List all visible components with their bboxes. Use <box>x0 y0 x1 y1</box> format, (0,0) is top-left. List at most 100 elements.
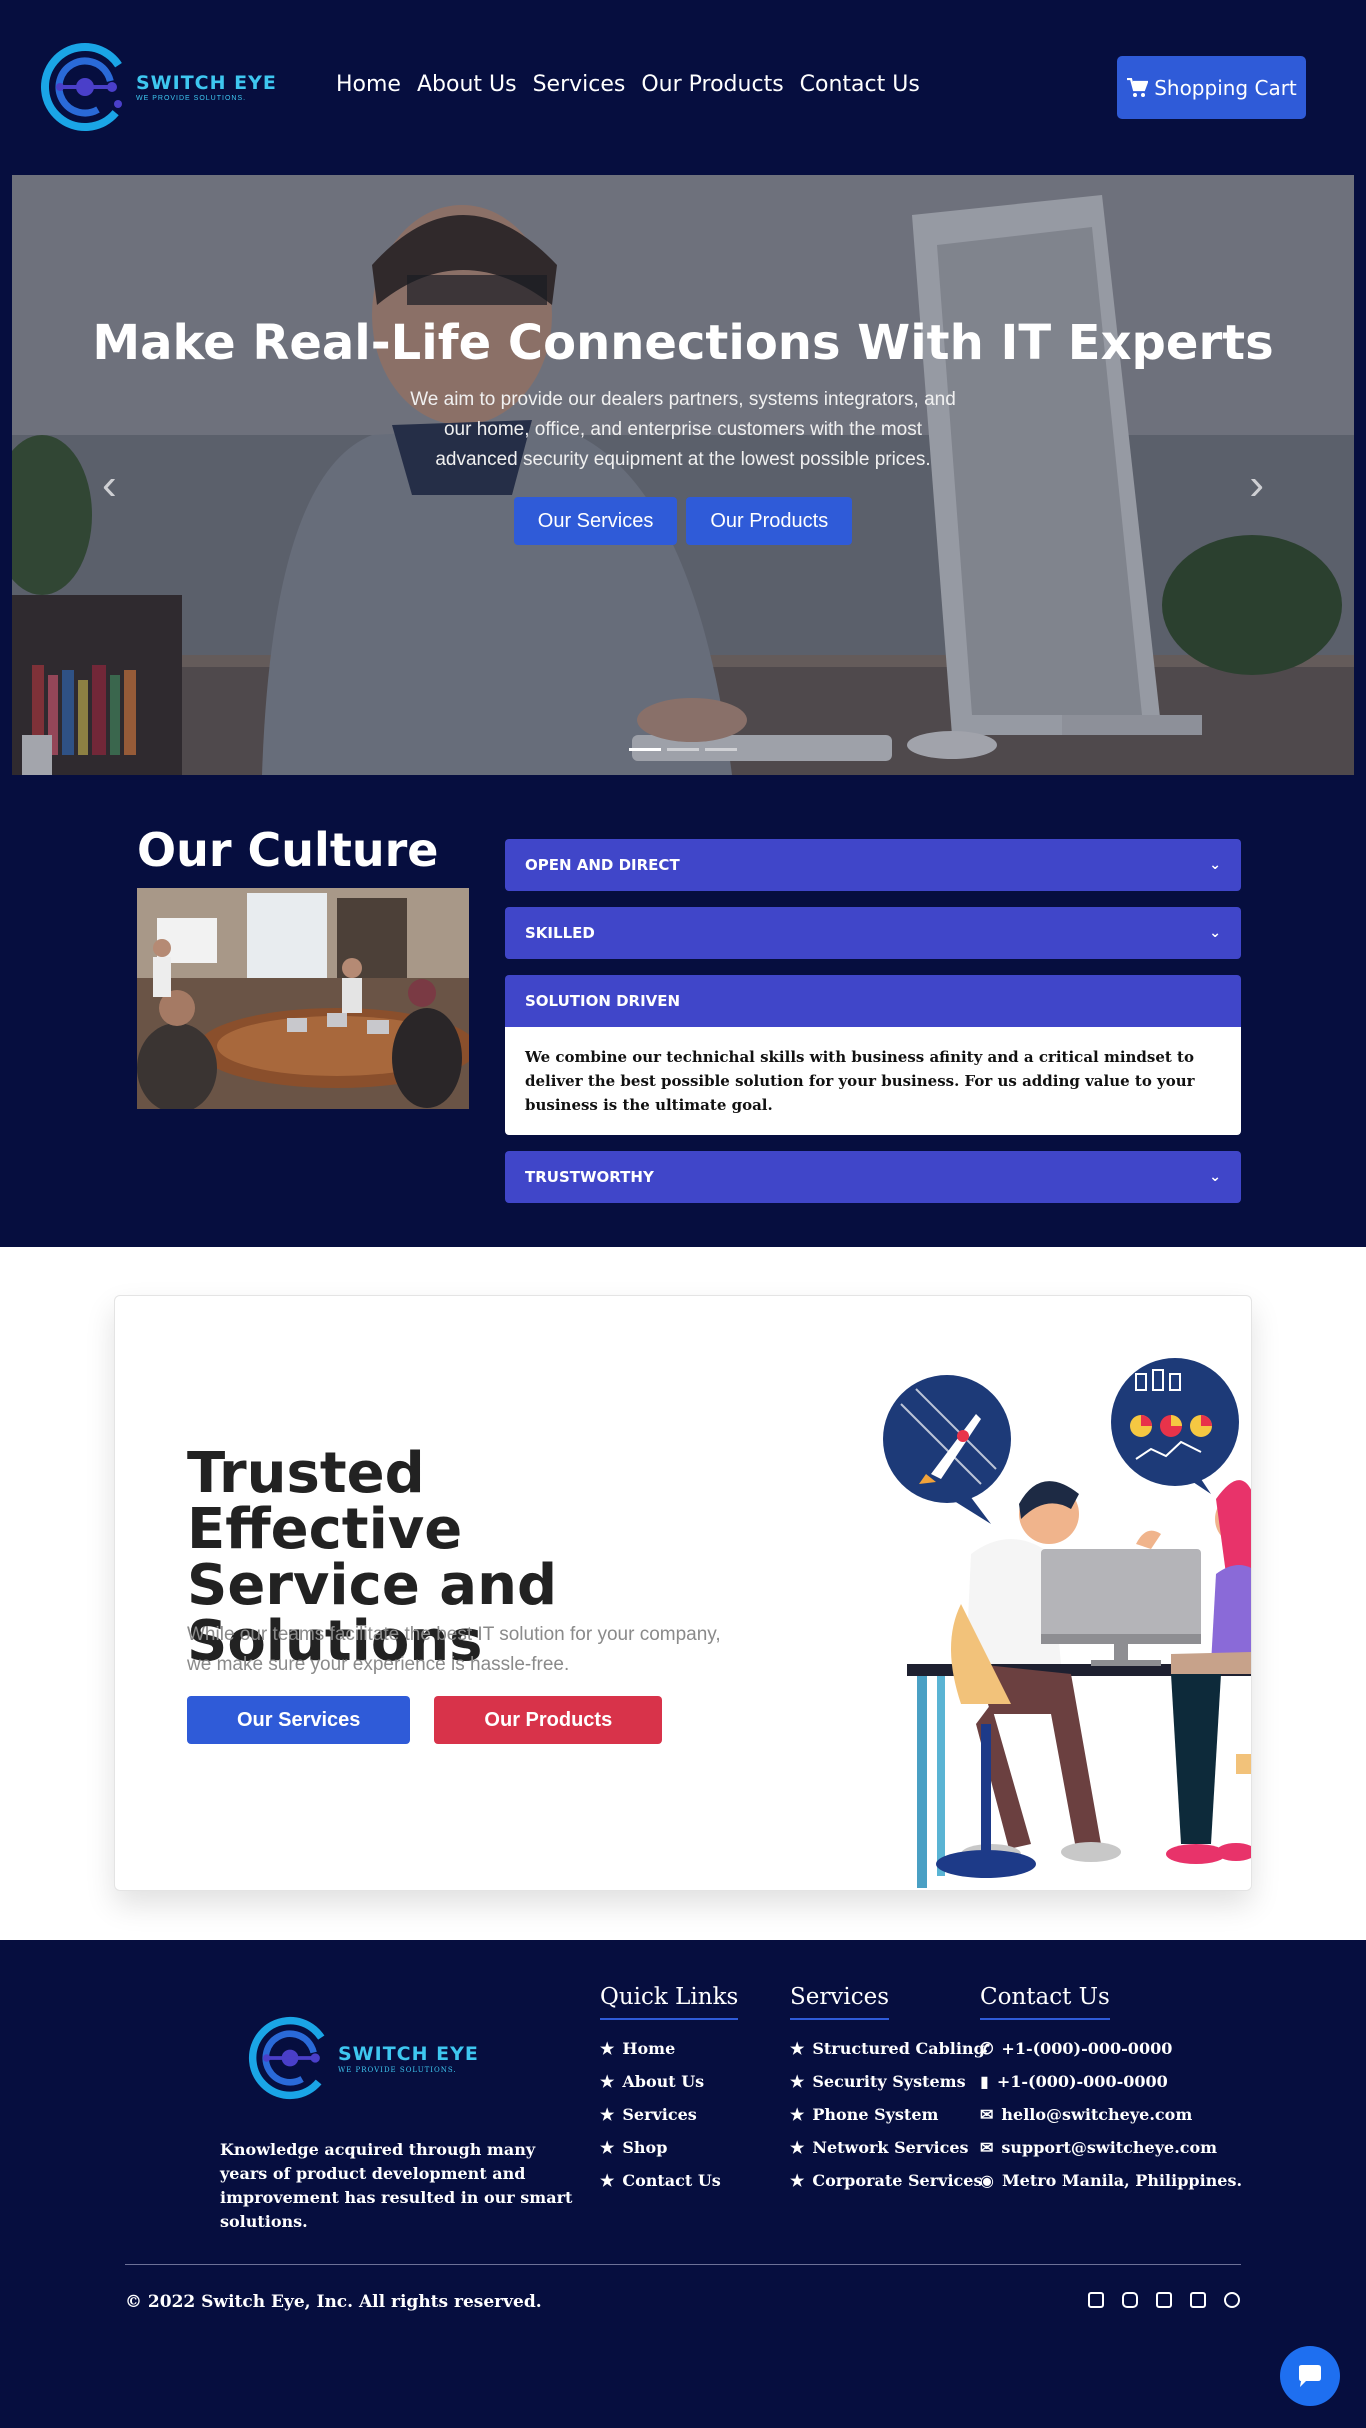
nav-contact-us[interactable]: Contact Us <box>800 72 920 97</box>
star-icon: ★ <box>600 2105 615 2124</box>
hero-our-products-button[interactable]: Our Products <box>686 497 853 545</box>
footer-contact-label: hello@switcheye.com <box>1001 2105 1193 2124</box>
chevron-down-icon: ⌄ <box>1209 1169 1221 1185</box>
footer-service-corporate-services[interactable]: ★ Corporate Services <box>790 2164 985 2197</box>
footer-link-label: Contact Us <box>622 2171 721 2190</box>
shopping-cart-button[interactable]: Shopping Cart <box>1117 56 1306 119</box>
nav-our-products[interactable]: Our Products <box>641 72 783 97</box>
twitter-icon[interactable] <box>1156 2292 1172 2308</box>
footer-contact-phone[interactable]: ✆ +1-(000)-000-0000 <box>980 2032 1242 2065</box>
envelope-icon: ✉ <box>980 2138 994 2157</box>
footer-brand-tagline: WE PROVIDE SOLUTIONS. <box>338 2065 457 2074</box>
footer-link-services[interactable]: ★ Services <box>600 2098 738 2131</box>
map-pin-icon: ◉ <box>980 2171 994 2190</box>
accordion-header-solution-driven[interactable]: SOLUTION DRIVEN <box>505 975 1241 1027</box>
nav-about-us[interactable]: About Us <box>417 72 517 97</box>
chat-button[interactable] <box>1280 2346 1340 2406</box>
footer-contact-hello-email[interactable]: ✉ hello@switcheye.com <box>980 2098 1242 2131</box>
footer-link-label: About Us <box>622 2072 705 2091</box>
hero-buttons: Our Services Our Products <box>12 497 1354 545</box>
main-nav: Home About Us Services Our Products Cont… <box>336 72 920 97</box>
accordion-header-trustworthy[interactable]: TRUSTWORTHY ⌄ <box>505 1151 1241 1203</box>
shopping-cart-label: Shopping Cart <box>1154 75 1297 100</box>
pinterest-icon[interactable] <box>1224 2292 1240 2308</box>
accordion-header-skilled[interactable]: SKILLED ⌄ <box>505 907 1241 959</box>
footer-service-phone-system[interactable]: ★ Phone System <box>790 2098 985 2131</box>
accordion-header-open-and-direct[interactable]: OPEN AND DIRECT ⌄ <box>505 839 1241 891</box>
footer-link-shop[interactable]: ★ Shop <box>600 2131 738 2164</box>
footer-quick-links: Quick Links ★ Home ★ About Us ★ Services ★ S… <box>600 1984 739 2197</box>
footer-contact-address: ◉ Metro Manila, Philippines. <box>980 2164 1242 2197</box>
trusted-our-products-button[interactable]: Our Products <box>434 1696 663 1744</box>
footer-contact-label: +1-(000)-000-0000 <box>1001 2039 1173 2058</box>
star-icon: ★ <box>600 2138 615 2157</box>
star-icon: ★ <box>790 2105 805 2124</box>
logo-mark-icon <box>41 43 129 131</box>
carousel-indicator-2[interactable] <box>667 748 699 751</box>
mobile-icon: ▮ <box>980 2072 989 2091</box>
footer-link-label: Services <box>622 2105 697 2124</box>
instagram-icon[interactable] <box>1122 2292 1138 2308</box>
culture-accordion: OPEN AND DIRECT ⌄ SKILLED ⌄ SOLUTION DRI… <box>505 839 1241 1219</box>
trusted-our-services-button[interactable]: Our Services <box>187 1696 411 1744</box>
footer-link-contact-us[interactable]: ★ Contact Us <box>600 2164 738 2197</box>
footer-divider <box>125 2264 1241 2265</box>
hero-subtitle: We aim to provide our dealers partners, … <box>410 389 956 470</box>
chevron-right-icon: › <box>1249 460 1264 509</box>
star-icon: ★ <box>600 2039 615 2058</box>
footer-contact-title: Contact Us <box>980 1984 1110 2020</box>
footer-contact-label: Metro Manila, Philippines. <box>1001 2171 1243 2190</box>
footer-service-network-services[interactable]: ★ Network Services <box>790 2131 985 2164</box>
trusted-card: Trusted Effective Service and Solutions … <box>114 1295 1252 1891</box>
footer-link-label: Shop <box>622 2138 668 2157</box>
footer-quick-links-title: Quick Links <box>600 1984 739 2020</box>
brand-tagline: WE PROVIDE SOLUTIONS. <box>136 95 247 102</box>
brand-logo[interactable]: SWITCH EYE WE PROVIDE SOLUTIONS. <box>40 42 277 132</box>
accordion-label: OPEN AND DIRECT <box>525 856 680 874</box>
hero-our-services-button[interactable]: Our Services <box>513 497 678 545</box>
star-icon: ★ <box>790 2138 805 2157</box>
carousel-indicator-1[interactable] <box>629 748 661 751</box>
nav-home[interactable]: Home <box>336 72 401 97</box>
star-icon: ★ <box>790 2039 805 2058</box>
logo-mark-icon <box>248 2016 332 2100</box>
chat-icon <box>1299 2365 1321 2387</box>
navbar: SWITCH EYE WE PROVIDE SOLUTIONS. Home Ab… <box>0 0 1366 175</box>
carousel-indicators <box>12 748 1354 751</box>
footer-service-security-systems[interactable]: ★ Security Systems <box>790 2065 985 2098</box>
nav-services[interactable]: Services <box>533 72 626 97</box>
carousel-indicator-3[interactable] <box>705 748 737 751</box>
footer-service-structured-cabling[interactable]: ★ Structured Cabling <box>790 2032 985 2065</box>
footer-link-home[interactable]: ★ Home <box>600 2032 738 2065</box>
footer-contact-mobile[interactable]: ▮ +1-(000)-000-0000 <box>980 2065 1242 2098</box>
star-icon: ★ <box>600 2171 615 2190</box>
cart-icon <box>1127 77 1149 97</box>
accordion-body-solution-driven: We combine our technichal skills with bu… <box>505 1027 1241 1135</box>
chevron-down-icon: ⌄ <box>1209 857 1221 873</box>
star-icon: ★ <box>790 2171 805 2190</box>
footer-link-about-us[interactable]: ★ About Us <box>600 2065 738 2098</box>
google-plus-icon[interactable] <box>1190 2292 1206 2308</box>
accordion-label: SKILLED <box>525 924 595 942</box>
hero-caption: Make Real-Life Connections With IT Exper… <box>12 315 1354 545</box>
trusted-buttons: Our Services Our Products <box>187 1696 663 1744</box>
footer-services-title: Services <box>790 1984 890 2020</box>
footer-service-label: Corporate Services <box>812 2171 983 2190</box>
footer-logo[interactable]: SWITCH EYE WE PROVIDE SOLUTIONS. <box>248 2016 479 2100</box>
accordion-item-open-and-direct: OPEN AND DIRECT ⌄ <box>505 839 1241 891</box>
accordion-label: SOLUTION DRIVEN <box>525 992 681 1010</box>
footer-contact-label: support@switcheye.com <box>1001 2138 1218 2157</box>
envelope-icon: ✉ <box>980 2105 994 2124</box>
facebook-icon[interactable] <box>1088 2292 1104 2308</box>
accordion-item-skilled: SKILLED ⌄ <box>505 907 1241 959</box>
phone-icon: ✆ <box>980 2039 994 2058</box>
footer-service-label: Phone System <box>812 2105 939 2124</box>
footer-service-label: Network Services <box>812 2138 969 2157</box>
carousel-prev-button[interactable]: ‹ <box>102 460 117 510</box>
footer-contact-support-email[interactable]: ✉ support@switcheye.com <box>980 2131 1242 2164</box>
carousel-next-button[interactable]: › <box>1249 460 1264 510</box>
footer-contact-label: +1-(000)-000-0000 <box>996 2072 1168 2091</box>
culture-photo <box>137 888 469 1109</box>
chevron-down-icon: ⌄ <box>1209 925 1221 941</box>
trusted-section: Trusted Effective Service and Solutions … <box>0 1247 1366 1940</box>
